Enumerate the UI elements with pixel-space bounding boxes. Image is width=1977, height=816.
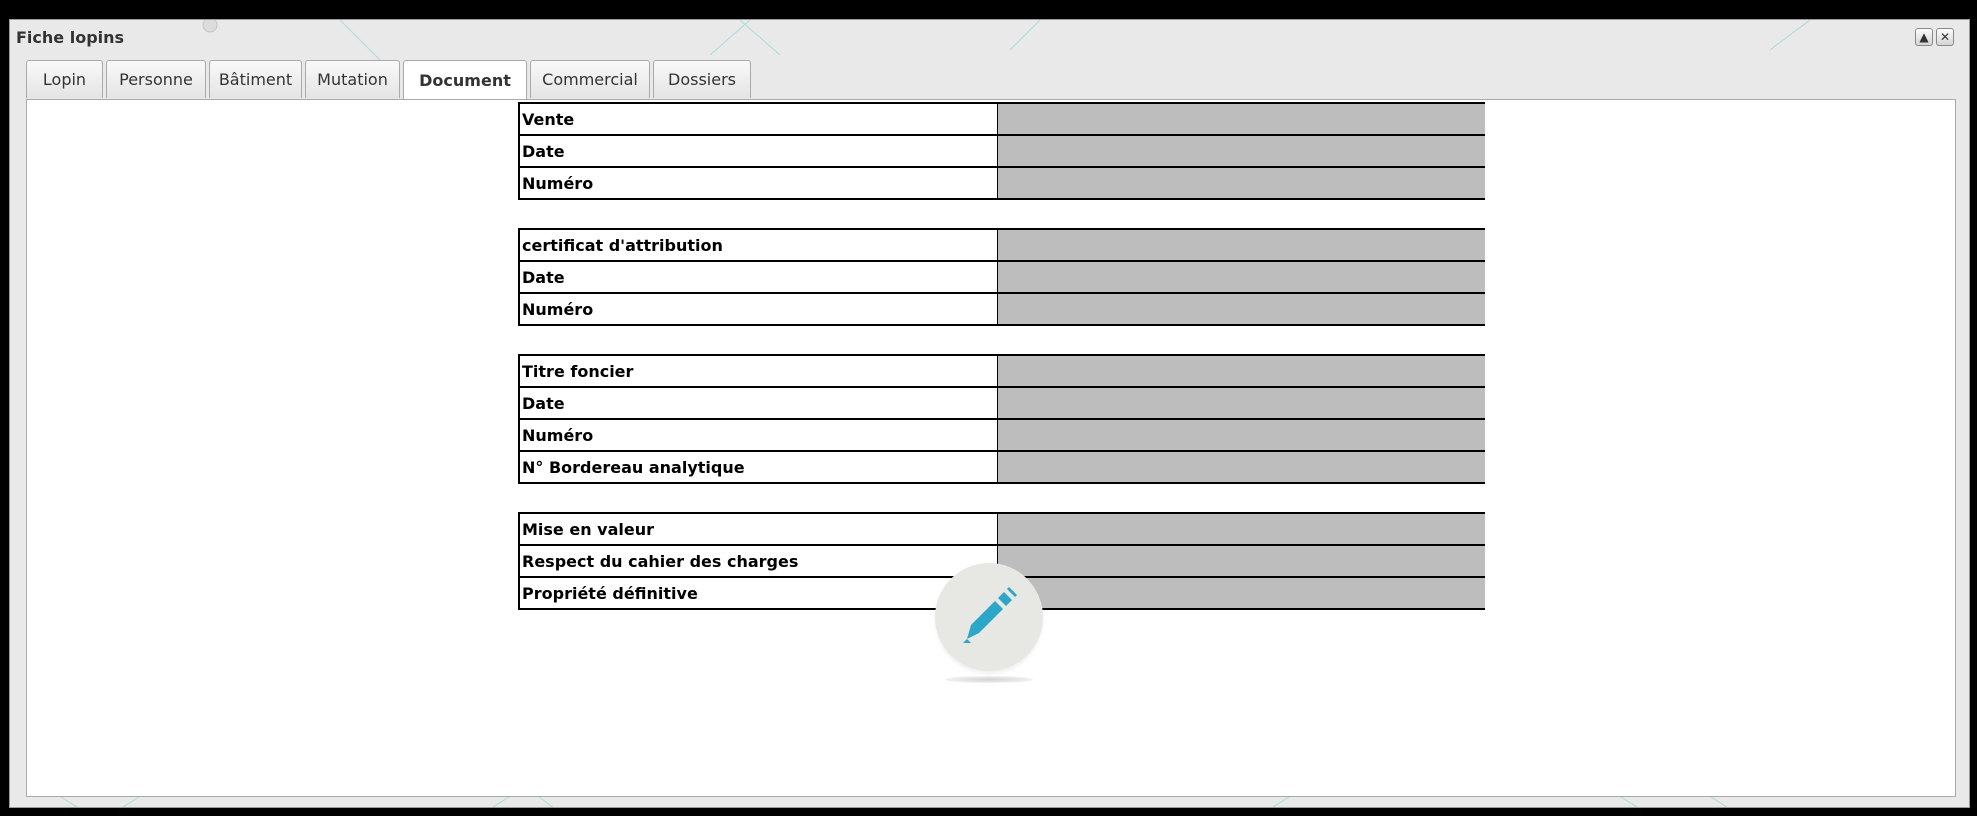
field-label: Date <box>518 136 998 166</box>
close-icon[interactable]: ✕ <box>1936 28 1954 46</box>
tab-personne[interactable]: Personne <box>106 60 206 98</box>
field-label: Numéro <box>518 168 998 198</box>
field-value-vente-numero[interactable] <box>998 168 1485 198</box>
field-label: Date <box>518 388 998 418</box>
collapse-up-icon[interactable]: ▲ <box>1915 28 1933 46</box>
tab-mutation[interactable]: Mutation <box>305 60 400 98</box>
field-value-certificat-date[interactable] <box>998 262 1485 292</box>
field-label: Numéro <box>518 420 998 450</box>
window-titlebar[interactable]: Fiche lopins ▲ ✕ <box>10 20 1969 54</box>
field-label: Propriété définitive <box>518 578 998 608</box>
field-value-certificat-numero[interactable] <box>998 294 1485 324</box>
tab-lopin[interactable]: Lopin <box>26 60 103 98</box>
field-label: Mise en valeur <box>518 514 998 544</box>
form-row-mise-en-valeur: Mise en valeur <box>518 514 1485 546</box>
fiche-lopins-window: Fiche lopins ▲ ✕ Lopin Personne Bâtiment… <box>9 19 1970 808</box>
form-row-titre-date: Date <box>518 388 1485 420</box>
tab-dossiers[interactable]: Dossiers <box>653 60 751 98</box>
form-row-certificat: certificat d'attribution <box>518 230 1485 262</box>
field-value-vente[interactable] <box>998 104 1485 134</box>
tab-bar: Lopin Personne Bâtiment Mutation Documen… <box>26 60 751 100</box>
field-label: Date <box>518 262 998 292</box>
titre-foncier-section: Titre foncier Date Numéro N° Bordereau a… <box>518 354 1485 484</box>
form-row-titre-foncier: Titre foncier <box>518 356 1485 388</box>
field-value-mise-en-valeur[interactable] <box>998 514 1485 544</box>
field-value-certificat[interactable] <box>998 230 1485 260</box>
form-row-certificat-date: Date <box>518 262 1485 294</box>
field-value-titre-foncier[interactable] <box>998 356 1485 386</box>
field-value-bordereau[interactable] <box>998 452 1485 482</box>
field-value-vente-date[interactable] <box>998 136 1485 166</box>
field-label: Titre foncier <box>518 356 998 386</box>
tab-batiment[interactable]: Bâtiment <box>209 60 302 98</box>
tab-commercial[interactable]: Commercial <box>530 60 650 98</box>
field-value-titre-date[interactable] <box>998 388 1485 418</box>
form-row-titre-numero: Numéro <box>518 420 1485 452</box>
form-row-certificat-numero: Numéro <box>518 294 1485 326</box>
field-value-cahier-charges[interactable] <box>998 546 1485 576</box>
field-value-propriete-definitive[interactable] <box>998 578 1485 608</box>
field-label: certificat d'attribution <box>518 230 998 260</box>
form-row-vente: Vente <box>518 104 1485 136</box>
tab-document[interactable]: Document <box>403 60 527 100</box>
edit-button[interactable] <box>935 563 1043 671</box>
window-title: Fiche lopins <box>16 28 125 47</box>
field-label: Numéro <box>518 294 998 324</box>
field-value-titre-numero[interactable] <box>998 420 1485 450</box>
form-row-bordereau: N° Bordereau analytique <box>518 452 1485 484</box>
form-row-vente-date: Date <box>518 136 1485 168</box>
field-label: Respect du cahier des charges <box>518 546 998 576</box>
field-label: N° Bordereau analytique <box>518 452 998 482</box>
field-label: Vente <box>518 104 998 134</box>
form-row-vente-numero: Numéro <box>518 168 1485 200</box>
edit-button-shadow <box>945 676 1033 683</box>
document-panel: Vente Date Numéro certificat d'attributi… <box>26 100 1956 797</box>
vente-section: Vente Date Numéro <box>518 102 1485 200</box>
certificat-section: certificat d'attribution Date Numéro <box>518 228 1485 326</box>
pencil-icon <box>963 587 1017 643</box>
